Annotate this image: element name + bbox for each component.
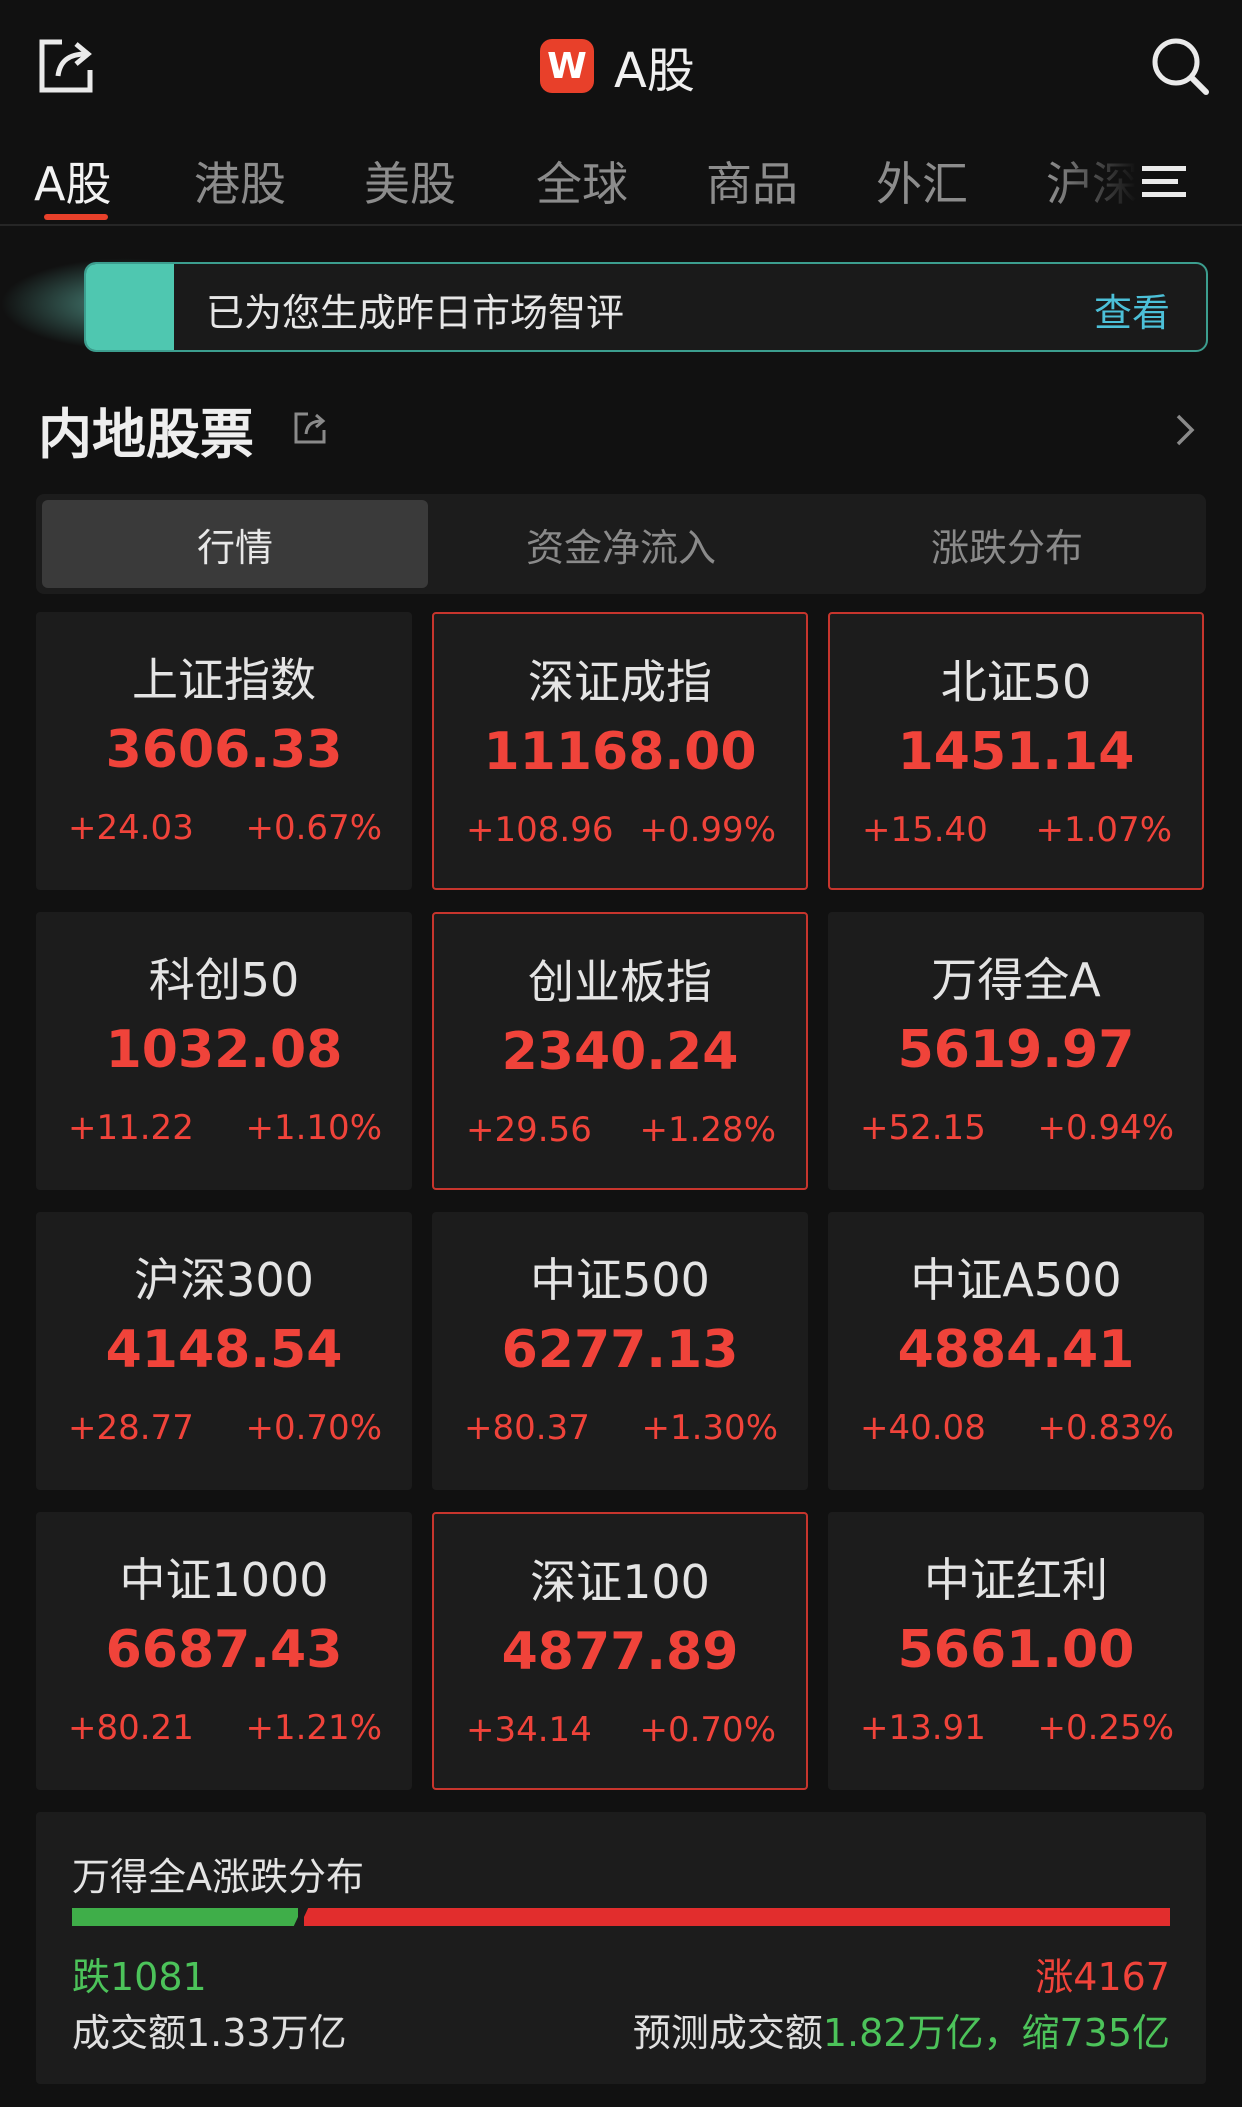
tab-global[interactable]: 全球 <box>536 148 628 214</box>
index-change: +80.37 <box>464 1408 590 1448</box>
index-card[interactable]: 中证红利 5661.00 +13.91 +0.25% <box>828 1512 1204 1790</box>
index-name: 中证1000 <box>119 1553 329 1607</box>
rise-fall-distribution[interactable]: 万得全A涨跌分布 跌1081 涨4167 成交额1.33万亿 预测成交额1.82… <box>36 1812 1206 2084</box>
share-icon[interactable] <box>292 410 328 446</box>
market-tabs: A股 港股 美股 全球 商品 外汇 沪深 <box>0 140 1242 226</box>
index-change-percent: +1.07% <box>1035 810 1173 850</box>
active-tab-indicator <box>44 214 108 220</box>
index-change-percent: +1.10% <box>245 1108 383 1148</box>
index-card[interactable]: 深证成指 11168.00 +108.96 +0.99% <box>432 612 808 890</box>
index-name: 中证红利 <box>924 1553 1108 1607</box>
index-price: 5619.97 <box>897 1020 1135 1080</box>
index-card[interactable]: 中证1000 6687.43 +80.21 +1.21% <box>36 1512 412 1790</box>
index-change: +13.91 <box>860 1708 986 1748</box>
segment-quotes[interactable]: 行情 <box>42 500 428 588</box>
index-card[interactable]: 创业板指 2340.24 +29.56 +1.28% <box>432 912 808 1190</box>
index-change: +34.14 <box>466 1710 592 1750</box>
turnover: 成交额1.33万亿 <box>72 2011 347 2055</box>
index-name: 上证指数 <box>132 653 316 707</box>
page-title: A股 <box>614 43 695 99</box>
index-change-percent: +0.83% <box>1037 1408 1175 1448</box>
market-review-banner[interactable]: 已为您生成昨日市场智评 查看 <box>84 262 1208 352</box>
index-change-percent: +1.30% <box>641 1408 779 1448</box>
index-name: 万得全A <box>931 953 1101 1007</box>
view-button[interactable]: 查看 <box>1094 282 1170 337</box>
index-name: 创业板指 <box>528 955 712 1009</box>
index-price: 4884.41 <box>897 1320 1135 1380</box>
forecast-label: 预测成交额 <box>632 2011 823 2055</box>
index-change-percent: +1.21% <box>245 1708 383 1748</box>
tab-commodity[interactable]: 商品 <box>706 148 798 214</box>
chevron-right-icon[interactable] <box>1170 410 1200 450</box>
index-price: 1451.14 <box>897 722 1135 782</box>
index-change: +11.22 <box>68 1108 194 1148</box>
index-change: +28.77 <box>68 1408 194 1448</box>
forecast-turnover: 预测成交额1.82万亿，缩735亿 <box>633 2002 1170 2057</box>
index-name: 北证50 <box>940 655 1092 709</box>
tab-us[interactable]: 美股 <box>364 148 456 214</box>
index-name: 深证100 <box>530 1555 710 1609</box>
share-icon[interactable] <box>36 36 96 96</box>
rise-count: 涨4167 <box>1035 1955 1170 1999</box>
search-icon[interactable] <box>1148 34 1212 98</box>
index-price: 11168.00 <box>483 722 757 782</box>
banner-accent <box>86 264 174 350</box>
index-change-percent: +0.99% <box>639 810 777 850</box>
index-price: 6277.13 <box>501 1320 739 1380</box>
rise-bar <box>304 1908 1170 1926</box>
banner-text: 已为您生成昨日市场智评 <box>206 291 625 335</box>
forecast-value: 1.82万亿，缩735亿 <box>822 2011 1170 2055</box>
index-change: +24.03 <box>68 808 194 848</box>
index-card[interactable]: 中证A500 4884.41 +40.08 +0.83% <box>828 1212 1204 1490</box>
tab-a-share[interactable]: A股 <box>34 148 111 214</box>
index-card[interactable]: 万得全A 5619.97 +52.15 +0.94% <box>828 912 1204 1190</box>
top-bar: W A股 <box>0 0 1242 130</box>
index-name: 深证成指 <box>528 655 712 709</box>
app-logo: W <box>540 39 594 93</box>
index-price: 6687.43 <box>105 1620 343 1680</box>
index-name: 中证500 <box>530 1253 710 1307</box>
segment-control: 行情 资金净流入 涨跌分布 <box>36 494 1206 594</box>
index-change: +52.15 <box>860 1108 986 1148</box>
index-card[interactable]: 中证500 6277.13 +80.37 +1.30% <box>432 1212 808 1490</box>
index-price: 2340.24 <box>501 1022 739 1082</box>
distribution-title: 万得全A涨跌分布 <box>72 1855 364 1899</box>
index-change-percent: +0.25% <box>1037 1708 1175 1748</box>
index-name: 中证A500 <box>910 1253 1122 1307</box>
tab-hk[interactable]: 港股 <box>194 148 286 214</box>
index-change-percent: +1.28% <box>639 1110 777 1150</box>
index-card[interactable]: 科创50 1032.08 +11.22 +1.10% <box>36 912 412 1190</box>
index-change: +29.56 <box>466 1110 592 1150</box>
index-name: 科创50 <box>148 953 300 1007</box>
index-card[interactable]: 北证50 1451.14 +15.40 +1.07% <box>828 612 1204 890</box>
index-change: +40.08 <box>860 1408 986 1448</box>
segment-distribution[interactable]: 涨跌分布 <box>814 500 1200 588</box>
section-title[interactable]: 内地股票 <box>38 390 254 469</box>
index-card[interactable]: 上证指数 3606.33 +24.03 +0.67% <box>36 612 412 890</box>
index-change: +108.96 <box>466 810 614 850</box>
index-card[interactable]: 沪深300 4148.54 +28.77 +0.70% <box>36 1212 412 1490</box>
index-change: +15.40 <box>862 810 988 850</box>
distribution-bar <box>72 1908 1170 1926</box>
index-price: 3606.33 <box>105 720 343 780</box>
index-name: 沪深300 <box>134 1253 314 1307</box>
index-card[interactable]: 深证100 4877.89 +34.14 +0.70% <box>432 1512 808 1790</box>
index-price: 1032.08 <box>105 1020 343 1080</box>
tab-forex[interactable]: 外汇 <box>876 148 968 214</box>
menu-icon[interactable] <box>1142 162 1190 202</box>
index-price: 5661.00 <box>897 1620 1135 1680</box>
index-price: 4148.54 <box>105 1320 343 1380</box>
index-change-percent: +0.94% <box>1037 1108 1175 1148</box>
index-change: +80.21 <box>68 1708 194 1748</box>
segment-net-inflow[interactable]: 资金净流入 <box>428 500 814 588</box>
index-price: 4877.89 <box>501 1622 739 1682</box>
index-change-percent: +0.70% <box>245 1408 383 1448</box>
index-change-percent: +0.67% <box>245 808 383 848</box>
fall-count: 跌1081 <box>72 1955 207 1999</box>
header-title-group: W A股 <box>540 36 695 99</box>
index-change-percent: +0.70% <box>639 1710 777 1750</box>
fall-bar <box>72 1908 298 1926</box>
